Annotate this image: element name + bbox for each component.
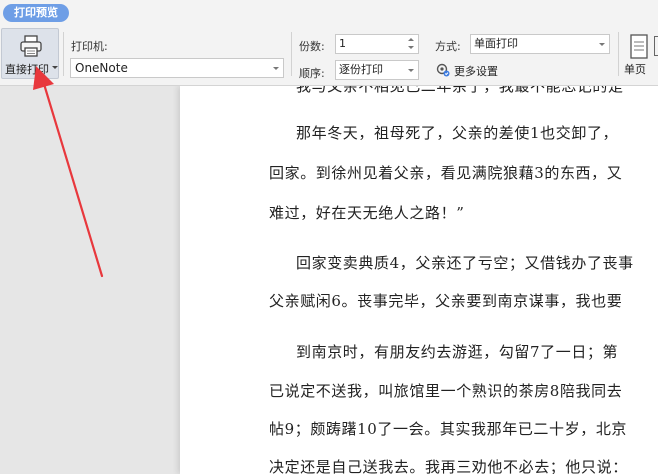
print-preview-toolbar: 打印预览 直接打印 打印机: OneNote 份数: 1 顺序: 逐份打印 方式… xyxy=(0,0,658,86)
more-settings-label: 更多设置 xyxy=(454,65,498,78)
mode-label: 方式: xyxy=(435,40,461,53)
copies-stepper[interactable]: 1 xyxy=(335,34,419,54)
document-line: 帖9；颇踌躇10了一会。其实我那年已二十岁，北京 xyxy=(269,420,628,438)
printer-select[interactable]: OneNote xyxy=(70,58,284,78)
chevron-down-icon[interactable] xyxy=(52,66,58,69)
chevron-up-icon[interactable] xyxy=(408,38,414,41)
document-line: 已说定不送我，叫旅馆里一个熟识的茶房8陪我同去 xyxy=(269,382,623,400)
mode-select[interactable]: 单面打印 xyxy=(470,34,610,54)
order-select-value: 逐份打印 xyxy=(339,63,383,76)
order-label: 顺序: xyxy=(299,67,325,80)
toolbar-divider xyxy=(618,32,619,76)
document-page: 我与父亲不相见已二年余了，我最不能忘记的是 那年冬天，祖母死了，父亲的差使1也交… xyxy=(180,86,658,474)
toolbar-divider xyxy=(63,32,64,76)
direct-print-label: 直接打印 xyxy=(5,63,49,76)
document-line: 难过，好在天无绝人之路！” xyxy=(269,204,465,222)
direct-print-button[interactable]: 直接打印 xyxy=(1,28,59,79)
document-line: 父亲赋闲6。丧事完毕，父亲要到南京谋事，我也要 xyxy=(269,292,623,310)
chevron-down-icon[interactable] xyxy=(408,46,414,49)
chevron-down-icon xyxy=(273,67,279,70)
document-line: 我与父亲不相见已二年余了，我最不能忘记的是 xyxy=(296,86,624,95)
copies-label: 份数: xyxy=(299,40,325,53)
printer-select-value: OneNote xyxy=(75,61,128,75)
printer-label: 打印机: xyxy=(71,40,108,53)
printer-icon xyxy=(20,35,42,57)
single-page-button[interactable]: 单页 xyxy=(622,32,652,80)
document-line: 回家变卖典质4，父亲还了亏空；又借钱办了丧事 xyxy=(296,254,634,272)
document-line: 回家。到徐州见着父亲，看见满院狼藉3的东西，又 xyxy=(269,164,623,182)
document-line: 到南京时，有朋友约去游逛，勾留7了一日；第 xyxy=(296,343,619,361)
mode-select-value: 单面打印 xyxy=(474,37,518,50)
multi-page-icon[interactable] xyxy=(654,36,658,56)
document-line: 决定还是自己送我去。我再三劝他不必去；他只说： xyxy=(269,458,628,474)
chevron-down-icon xyxy=(599,43,605,46)
single-page-label: 单页 xyxy=(624,63,646,76)
chevron-down-icon xyxy=(408,69,414,72)
page-icon xyxy=(630,34,648,59)
document-line: 那年冬天，祖母死了，父亲的差使1也交卸了， xyxy=(296,124,619,142)
order-select[interactable]: 逐份打印 xyxy=(335,60,419,80)
copies-value: 1 xyxy=(339,37,346,50)
gear-icon xyxy=(436,63,450,77)
print-preview-tab[interactable]: 打印预览 xyxy=(3,4,69,22)
toolbar-divider xyxy=(291,32,292,76)
